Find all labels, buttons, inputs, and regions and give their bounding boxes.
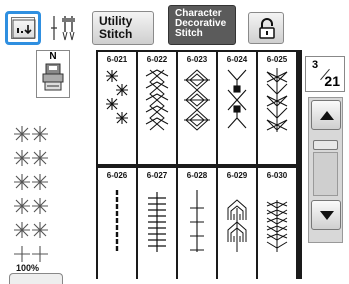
stitch-pattern-icon: [190, 190, 204, 252]
lock-button[interactable]: [248, 12, 284, 44]
utility-label-line2: Stitch: [99, 27, 133, 41]
page-total: 21: [324, 73, 340, 89]
stitch-cell-6-030[interactable]: 6-030: [258, 168, 296, 279]
stitch-code: 6-030: [266, 171, 288, 180]
stitch-pattern-icon: [227, 199, 247, 252]
presser-foot-icon: [42, 63, 64, 91]
arrow-up-icon: [320, 111, 334, 120]
needle-position-icon: [12, 19, 36, 39]
stitch-code: 6-029: [226, 171, 248, 180]
stitch-cell-6-025[interactable]: 6-025: [258, 52, 296, 164]
utility-stitch-tab[interactable]: Utility Stitch: [92, 11, 154, 45]
stitch-pattern-icon: [106, 70, 128, 124]
scroll-up-button[interactable]: [311, 100, 341, 130]
stitch-code: 6-022: [146, 55, 168, 64]
presser-foot-indicator: N: [36, 50, 70, 98]
page-current: 3: [312, 59, 319, 71]
stitch-pattern-icon: [145, 69, 169, 131]
stitch-pattern-icon: [184, 69, 210, 131]
stitch-cell-6-023[interactable]: 6-023: [178, 52, 216, 164]
arrow-down-icon: [320, 211, 334, 220]
page-indicator: 3 21: [305, 56, 345, 92]
stitch-code: 6-027: [146, 171, 168, 180]
stitch-code: 6-023: [186, 55, 208, 64]
character-label-line3: Stitch: [175, 28, 203, 39]
character-decorative-stitch-tab[interactable]: Character Decorative Stitch: [168, 5, 236, 45]
stitch-pattern-icon: [266, 200, 288, 252]
stitch-code: 6-026: [106, 171, 128, 180]
stitch-pattern-icon: [115, 190, 119, 252]
stitch-cell-6-026[interactable]: 6-026: [98, 168, 136, 279]
stitch-pattern-grid: 6-021 6-022 6-023 6-024 6-025 6-026 6-02…: [96, 50, 302, 279]
twin-needle-icon: [51, 16, 75, 41]
stitch-code: 6-021: [106, 55, 128, 64]
stitch-pattern-icon: [148, 192, 166, 252]
scroll-down-button[interactable]: [311, 200, 341, 230]
stitch-code: 6-024: [226, 55, 248, 64]
stitch-cell-6-028[interactable]: 6-028: [178, 168, 216, 279]
stitch-cell-6-029[interactable]: 6-029: [218, 168, 256, 279]
stitch-pattern-icon: [227, 69, 247, 129]
sewing-machine-screen: Utility Stitch Character Decorative Stit…: [0, 0, 349, 284]
stitch-pattern-icon: [266, 68, 288, 132]
stitch-cell-6-027[interactable]: 6-027: [138, 168, 176, 279]
stitch-cell-6-024[interactable]: 6-024: [218, 52, 256, 164]
scrollbar-thumb[interactable]: [313, 140, 338, 150]
lock-icon: [259, 18, 275, 39]
stitch-code: 6-028: [186, 171, 208, 180]
stitch-cell-6-021[interactable]: 6-021: [98, 52, 136, 164]
stitch-preview: [14, 126, 48, 262]
scrollbar-track-lower[interactable]: [313, 152, 338, 196]
stitch-code: 6-025: [266, 55, 288, 64]
zoom-level: 100%: [16, 263, 40, 273]
twin-needle-button[interactable]: [48, 12, 86, 44]
stitch-cell-6-022[interactable]: 6-022: [138, 52, 176, 164]
needle-mode-button[interactable]: [5, 11, 41, 45]
